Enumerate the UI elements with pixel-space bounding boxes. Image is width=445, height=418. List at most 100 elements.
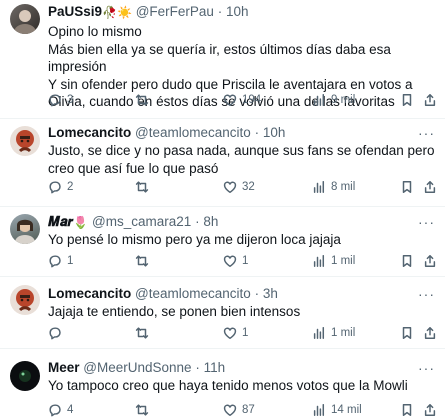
bookmark-button[interactable] [400,179,414,195]
share-button[interactable] [423,253,437,269]
retweet-button[interactable] [135,179,154,195]
views-icon [313,94,325,106]
timestamp[interactable]: 10h [263,125,286,140]
avatar[interactable] [10,214,40,244]
like-button[interactable]: 32 [223,179,255,195]
more-options-button[interactable]: ··· [418,124,435,142]
retweet-icon [135,94,149,106]
avatar[interactable] [10,361,40,391]
reply-button[interactable] [48,325,67,341]
views-button[interactable]: 14 mil [312,402,362,418]
bookmark-button[interactable] [400,253,414,269]
heart-icon [223,255,237,267]
tweet[interactable]: PaUSsi9🥀☀️ @FerFerPau · 10h Opino lo mis… [0,0,445,118]
action-bar: 4 87 14 mil [48,402,437,418]
more-options-button[interactable]: ··· [418,359,435,377]
retweet-icon [135,255,149,267]
reply-count: 1 [67,255,74,267]
reply-button[interactable]: 3 [48,92,73,108]
tweet[interactable]: 𝑴𝒂𝒓🌷 @ms_camara21 · 8h ··· Yo pensé lo m… [0,207,445,276]
timestamp[interactable]: 11h [204,360,226,375]
separator-dot: · [217,4,223,19]
more-options-button[interactable]: ··· [418,285,435,303]
action-bar: 1 1 mil [48,325,437,341]
retweet-button[interactable] [135,92,154,108]
like-button[interactable]: 1 [223,325,248,341]
views-button[interactable]: 1 mil [312,325,355,341]
author-handle[interactable]: @teamlomecancito [135,125,251,140]
like-button[interactable]: 194 [223,92,261,108]
share-icon [424,404,436,416]
author-handle[interactable]: @MeerUndSonne [83,360,191,375]
share-button[interactable] [423,92,437,108]
views-count: 1 mil [331,255,356,267]
separator-dot: · [254,125,260,140]
like-count: 87 [242,404,255,416]
share-button[interactable] [423,179,437,195]
more-options-button[interactable]: ··· [418,213,435,231]
share-icon [424,255,436,267]
views-count: 14 mil [331,404,362,416]
bookmark-button[interactable] [400,92,414,108]
reply-icon [49,404,61,417]
retweet-button[interactable] [135,253,154,269]
views-button[interactable]: 8 mil [312,179,355,195]
like-count: 1 [242,255,249,267]
separator-dot: · [254,286,260,301]
retweet-button[interactable] [135,325,154,341]
reply-button[interactable]: 4 [48,402,73,418]
share-icon [424,181,436,193]
tweet-header: Meer @MeerUndSonne · 11h [48,359,437,377]
bookmark-icon [402,327,412,339]
timestamp[interactable]: 10h [226,4,249,19]
avatar[interactable] [10,4,40,34]
share-button[interactable] [423,402,437,418]
author-handle[interactable]: @teamlomecancito [135,286,251,301]
bookmark-button[interactable] [400,325,414,341]
author-name[interactable]: Meer [48,360,80,375]
tweet-text: Yo tampoco creo que haya tenido menos vo… [48,378,408,393]
author-handle[interactable]: @FerFerPau [136,4,214,19]
tweet[interactable]: Meer @MeerUndSonne · 11h ··· Yo tampoco … [0,349,445,417]
timestamp[interactable]: 3h [263,286,278,301]
views-icon [313,181,325,193]
separator-dot: · [195,214,200,229]
reply-count: 4 [67,404,74,416]
author-name[interactable]: Lomecancito [48,125,131,140]
retweet-button[interactable] [135,402,154,418]
like-count: 32 [242,181,255,193]
heart-icon [223,327,237,339]
reply-button[interactable]: 1 [48,253,73,269]
avatar[interactable] [10,126,40,156]
views-button[interactable]: 9 mil [312,92,355,108]
action-bar: 1 1 1 mil [48,253,437,269]
share-button[interactable] [423,325,437,341]
timestamp[interactable]: 8h [203,214,218,229]
author-emoji: 🥀☀️ [102,5,132,20]
tweet[interactable]: Lomecancito @teamlomecancito · 10h ··· J… [0,119,445,206]
author-handle[interactable]: @ms_camara21 [92,214,191,229]
tweet[interactable]: Lomecancito @teamlomecancito · 3h ··· Ja… [0,277,445,348]
reply-count: 2 [67,181,74,193]
tweet-text: Jajaja te entiendo, se ponen bien intens… [48,304,301,319]
like-count: 1 [242,327,249,339]
author-name[interactable]: Lomecancito [48,286,131,301]
views-icon [313,255,325,267]
author-name[interactable]: PaUSsi9 [48,4,102,19]
author-emoji: 🌷 [73,215,89,230]
reply-icon [49,181,61,194]
views-button[interactable]: 1 mil [312,253,355,269]
reply-icon [49,255,61,268]
author-name[interactable]: 𝑴𝒂𝒓 [48,214,73,229]
like-button[interactable]: 87 [223,402,255,418]
like-button[interactable]: 1 [223,253,248,269]
tweet-header: Lomecancito @teamlomecancito · 3h [48,285,437,303]
reply-button[interactable]: 2 [48,179,73,195]
bookmark-button[interactable] [400,402,414,418]
avatar[interactable] [10,285,40,315]
bookmark-icon [402,94,412,106]
views-count: 8 mil [331,181,356,193]
bookmark-icon [402,181,412,193]
retweet-icon [135,327,149,339]
bookmark-icon [402,255,412,267]
